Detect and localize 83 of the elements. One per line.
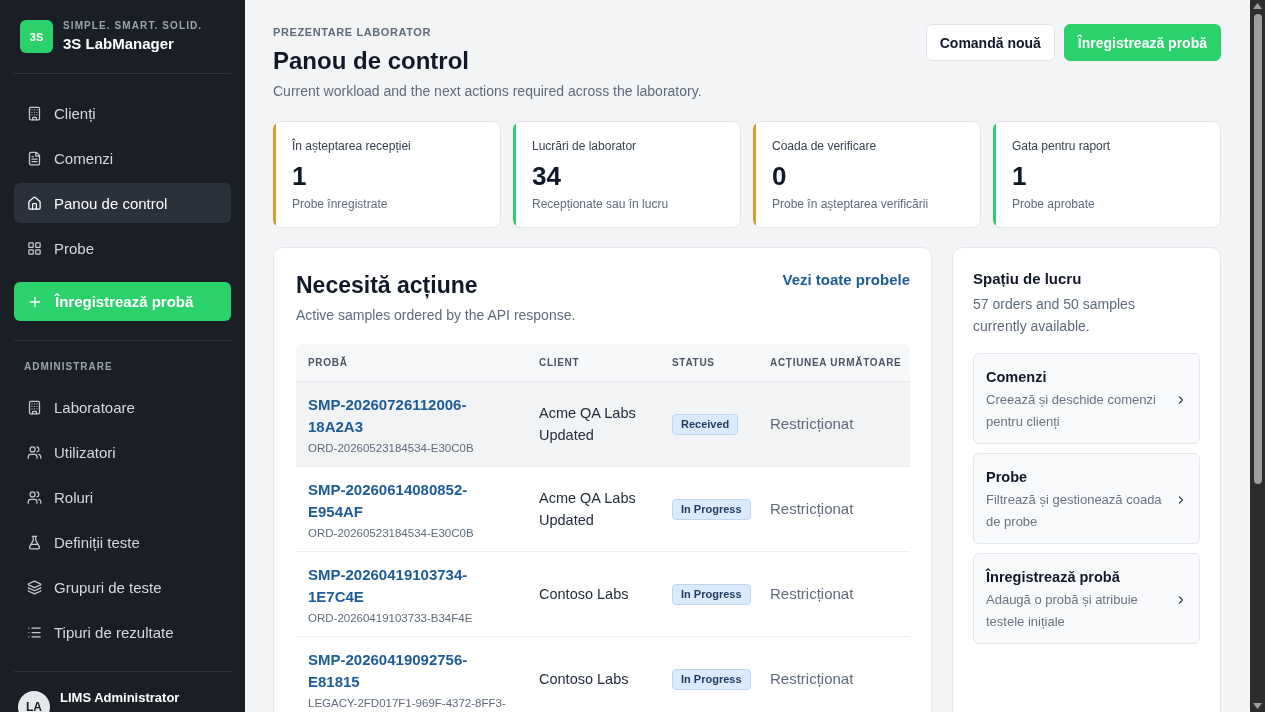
section-heading: ADMINISTRARE (23, 361, 113, 373)
list-icon (27, 624, 42, 640)
nav-item[interactable]: Probe (14, 228, 231, 268)
home-icon (27, 195, 42, 211)
app-name: 3S LabManager (63, 35, 175, 53)
brand-tagline: SIMPLE. SMART. SOLID. (63, 20, 203, 32)
stat-caption: Probe aprobate (1012, 196, 1095, 212)
stat-value: 1 (292, 161, 307, 191)
shortcut-description: Filtrează și gestionează coada de probe (986, 491, 1163, 531)
column-header: STATUS (672, 356, 715, 369)
column-header: PROBĂ (308, 356, 348, 369)
view-all-link[interactable]: Vezi toate probele (782, 270, 910, 290)
flask-icon (27, 534, 42, 550)
shortcut-card[interactable]: Probe Filtrează și gestionează coada de probe (973, 453, 1200, 544)
next-action: Restricționat (770, 414, 854, 434)
panel-title: Necesită acțiune (296, 271, 478, 299)
order-id: ORD-20260523184534-E30C0B (308, 440, 474, 455)
stat-label: Coada de verificare (772, 138, 877, 154)
scrollbar-thumb[interactable] (1253, 14, 1262, 484)
stat-label: În așteptarea recepției (292, 138, 411, 154)
nav-item[interactable]: Laboratoare (14, 387, 231, 427)
grid-icon (27, 240, 42, 256)
nav-item[interactable]: Roluri (14, 477, 231, 517)
users-icon (27, 489, 42, 505)
app-logo: 3S (20, 20, 53, 53)
status-badge: In Progress (672, 668, 751, 690)
user-name: LIMS Administrator (60, 689, 180, 707)
client-name: Contoso Labs (539, 585, 629, 604)
sample-link[interactable]: SMP-20260419092756-E81815 (308, 648, 480, 693)
nav-item[interactable]: Comenzi (14, 138, 231, 178)
stat-caption: Recepționate sau în lucru (532, 196, 669, 212)
sample-link[interactable]: SMP-20260614080852-E954AF (308, 478, 480, 523)
nav-item[interactable]: Panou de control (14, 183, 231, 223)
order-id: ORD-20260523184534-E30C0B (308, 525, 474, 540)
page-title: Panou de control (273, 46, 469, 76)
stat-value: 1 (1012, 161, 1027, 191)
status-badge: In Progress (672, 583, 751, 605)
shortcut-card[interactable]: Comenzi Creează și deschide comenzi pentru clienți (973, 353, 1200, 444)
nav-item[interactable]: Utilizatori (14, 432, 231, 472)
stat-label: Gata pentru raport (1012, 138, 1111, 154)
building-icon (27, 105, 42, 121)
shortcut-card[interactable]: Înregistrează probă Adaugă o probă și atribuie testele inițiale (973, 553, 1200, 644)
order-id: LEGACY-2FD017F1-969F-4372-8FF3- (308, 695, 506, 710)
next-action: Restricționat (770, 669, 854, 689)
sample-link[interactable]: SMP-20260419103734-1E7C4E (308, 563, 480, 608)
column-header: ACȚIUNEA URMĂTOARE (770, 356, 902, 369)
client-name: Contoso Labs (539, 670, 629, 689)
page-subtitle: Current workload and the next actions required across the laboratory. (273, 82, 702, 101)
secondary-button[interactable]: Comandă nouă (925, 24, 1055, 61)
document-icon (27, 150, 42, 166)
nav-item[interactable]: Definiții teste (14, 522, 231, 562)
scroll-up-icon[interactable] (1253, 3, 1262, 9)
nav-item[interactable]: Tipuri de rezultate (14, 612, 231, 652)
sample-link[interactable]: SMP-20260726112006-18A2A3 (308, 393, 480, 438)
status-badge: In Progress (672, 498, 751, 520)
page-eyebrow: PREZENTARE LABORATOR (273, 25, 432, 40)
panel-subtitle: Active samples ordered by the API response. (296, 306, 576, 325)
stat-caption: Probe înregistrate (292, 196, 388, 212)
stat-label: Lucrări de laborator (532, 138, 637, 154)
scroll-down-icon[interactable] (1253, 703, 1262, 709)
order-id: ORD-20260419103733-B34F4E (308, 610, 473, 625)
users-icon (27, 444, 42, 460)
shortcut-title: Comenzi (986, 368, 1047, 387)
next-action: Restricționat (770, 499, 854, 519)
client-name: Acme QA Labs Updated (539, 404, 637, 445)
next-action: Restricționat (770, 584, 854, 604)
stat-value: 0 (772, 161, 787, 191)
layers-icon (27, 579, 42, 595)
building-icon (27, 399, 42, 415)
user-avatar: LA (18, 691, 50, 712)
client-name: Acme QA Labs Updated (539, 489, 637, 530)
shortcut-description: Adaugă o probă și atribuie testele inițiale (986, 591, 1139, 631)
stat-value: 34 (532, 161, 561, 191)
column-header: CLIENT (539, 356, 580, 369)
shortcut-title: Înregistrează probă (986, 567, 1120, 587)
panel-title: Spațiu de lucru (973, 269, 1082, 289)
shortcut-title: Probe (986, 468, 1028, 487)
status-badge: Received (672, 413, 739, 435)
stat-caption: Probe în așteptarea verificării (772, 196, 929, 212)
shortcut-description: Creează și deschide comenzi pentru clienți (986, 391, 1157, 431)
workspace-summary: 57 orders and 50 samples currently available. (973, 295, 1136, 336)
nav-item[interactable]: Clienți (14, 93, 231, 133)
nav-item[interactable]: Grupuri de teste (14, 567, 231, 607)
